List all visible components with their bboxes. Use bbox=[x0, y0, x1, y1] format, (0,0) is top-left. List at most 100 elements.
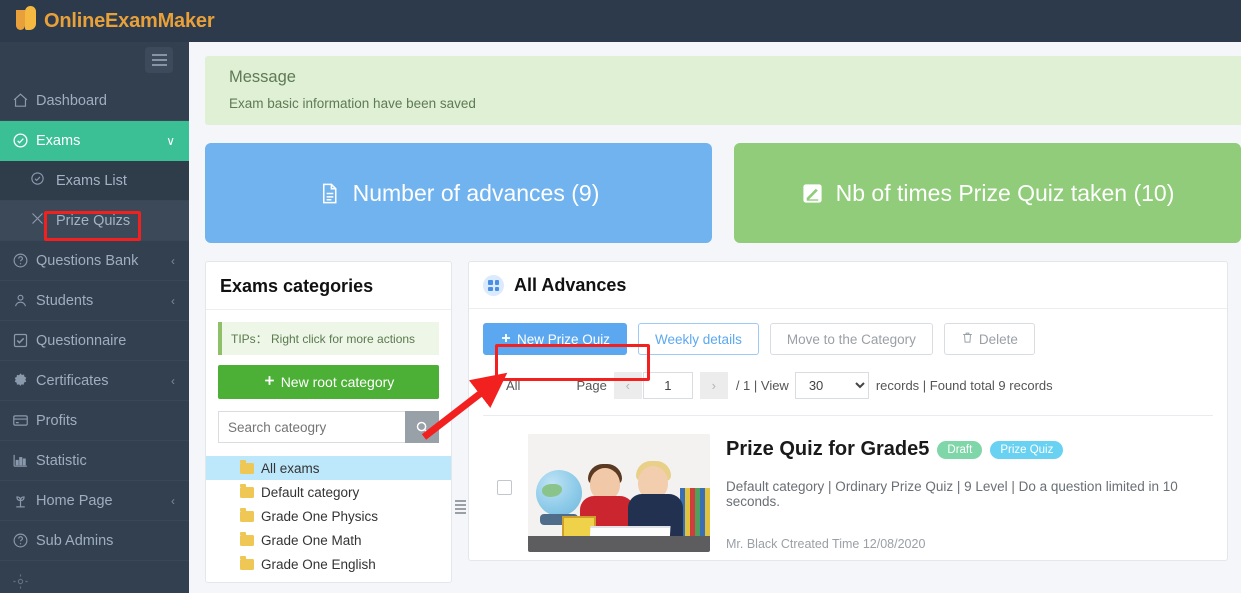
home-icon bbox=[12, 92, 36, 109]
category-search-row bbox=[218, 411, 439, 443]
page-number-input[interactable] bbox=[642, 372, 693, 399]
category-label: Grade One English bbox=[261, 556, 376, 572]
panels-row: Exams categories TIPs： Right click for m… bbox=[205, 261, 1241, 583]
chevron-left-icon: ‹ bbox=[171, 493, 175, 508]
sidebar-item-profits[interactable]: Profits bbox=[0, 401, 189, 441]
category-item-grade-one-math[interactable]: Grade One Math bbox=[206, 528, 451, 552]
panel-resizer-handle[interactable] bbox=[452, 431, 468, 583]
sidebar-toggle-row bbox=[0, 42, 189, 81]
all-advances-title: All Advances bbox=[514, 275, 627, 295]
sidebar-label-exams-list: Exams List bbox=[56, 172, 127, 189]
plus-icon bbox=[263, 374, 276, 390]
category-item-all-exams[interactable]: All exams bbox=[206, 456, 451, 480]
brand-logo[interactable]: OnlineExamMaker bbox=[14, 4, 215, 38]
plant-icon bbox=[12, 492, 36, 509]
brand-name: OnlineExamMaker bbox=[44, 9, 215, 32]
advances-toolbar: New Prize Quiz Weekly details Move to th… bbox=[469, 309, 1227, 355]
stat-card-advances[interactable]: Number of advances (9) bbox=[205, 143, 712, 243]
page-total-label: / 1 | View bbox=[735, 378, 789, 393]
sidebar-item-home-page[interactable]: Home Page ‹ bbox=[0, 481, 189, 521]
sidebar-item-statistic[interactable]: Statistic bbox=[0, 441, 189, 481]
plus-icon bbox=[500, 332, 512, 347]
sidebar-label-prize-quizs: Prize Quizs bbox=[56, 212, 131, 229]
crossed-tools-icon bbox=[30, 211, 56, 230]
sidebar-label-questionnaire: Questionnaire bbox=[36, 332, 127, 349]
chevron-down-icon: ∨ bbox=[166, 133, 175, 148]
row-checkbox[interactable] bbox=[497, 480, 512, 495]
select-all-checkbox[interactable] bbox=[483, 378, 498, 393]
records-found-label: records | Found total 9 records bbox=[875, 378, 1053, 393]
category-item-default-category[interactable]: Default category bbox=[206, 480, 451, 504]
message-title: Message bbox=[229, 68, 296, 86]
sidebar-item-students[interactable]: Students ‹ bbox=[0, 281, 189, 321]
sidebar-item-questionnaire[interactable]: Questionnaire bbox=[0, 321, 189, 361]
chevron-left-icon: ‹ bbox=[171, 293, 175, 308]
user-icon bbox=[12, 292, 36, 309]
type-badge: Prize Quiz bbox=[990, 440, 1064, 459]
search-icon[interactable] bbox=[405, 411, 439, 443]
quiz-meta: Default category | Ordinary Prize Quiz |… bbox=[726, 479, 1178, 509]
categories-tips: TIPs： Right click for more actions bbox=[218, 322, 439, 355]
trash-icon bbox=[961, 331, 974, 347]
new-root-category-button[interactable]: New root category bbox=[218, 365, 439, 399]
folder-icon bbox=[240, 483, 254, 498]
stat-card-prize-quiz-taken[interactable]: Nb of times Prize Quiz taken (10) bbox=[734, 143, 1241, 243]
sidebar-item-prize-quizs[interactable]: Prize Quizs bbox=[0, 201, 189, 241]
delete-button[interactable]: Delete bbox=[943, 323, 1035, 355]
check-circle-icon bbox=[30, 171, 56, 190]
category-item-grade-one-physics[interactable]: Grade One Physics bbox=[206, 504, 451, 528]
quiz-author-created: Mr. Black Ctreated Time 12/08/2020 bbox=[726, 537, 926, 551]
exams-categories-panel: Exams categories TIPs： Right click for m… bbox=[205, 261, 452, 583]
sidebar-item-sub-admins[interactable]: Sub Admins bbox=[0, 521, 189, 561]
all-advances-panel: All Advances New Prize Quiz Weekly detai… bbox=[468, 261, 1228, 561]
sidebar-label-home-page: Home Page bbox=[36, 492, 113, 509]
folder-icon bbox=[240, 531, 254, 546]
sidebar-label-questions-bank: Questions Bank bbox=[36, 252, 139, 269]
sidebar-label-exams: Exams bbox=[36, 132, 81, 149]
weekly-details-button[interactable]: Weekly details bbox=[638, 323, 759, 355]
new-prize-quiz-button[interactable]: New Prize Quiz bbox=[483, 323, 628, 355]
hamburger-icon[interactable] bbox=[145, 47, 173, 73]
delete-label: Delete bbox=[978, 331, 1018, 347]
message-body: Exam basic information have been saved bbox=[229, 96, 476, 111]
pagination-row: All Page ‹ › / 1 | View 30 records | Fou… bbox=[469, 355, 1227, 399]
pencil-square-icon bbox=[801, 182, 824, 205]
new-root-category-label: New root category bbox=[280, 374, 395, 390]
search-category-input[interactable] bbox=[218, 411, 405, 443]
sidebar-label-statistic: Statistic bbox=[36, 452, 87, 469]
stat-card-advances-label: Number of advances (9) bbox=[352, 179, 600, 206]
sidebar-item-partial-cutoff[interactable] bbox=[0, 561, 189, 593]
sidebar-item-exams[interactable]: Exams ∨ bbox=[0, 121, 189, 161]
sidebar-label-dashboard: Dashboard bbox=[36, 92, 107, 109]
chevron-left-icon[interactable]: ‹ bbox=[613, 372, 642, 399]
weekly-details-label: Weekly details bbox=[655, 331, 742, 347]
sidebar: Dashboard Exams ∨ Exams List Prize Quizs… bbox=[0, 42, 189, 593]
sidebar-item-certificates[interactable]: Certificates ‹ bbox=[0, 361, 189, 401]
move-to-category-label: Move to the Category bbox=[786, 331, 916, 347]
category-tree: All exams Default category Grade One Phy… bbox=[206, 456, 451, 582]
sidebar-item-questions-bank[interactable]: Questions Bank ‹ bbox=[0, 241, 189, 281]
quiz-details: Prize Quiz for Grade5 Draft Prize Quiz D… bbox=[726, 434, 1213, 551]
grid-icon bbox=[483, 275, 504, 296]
chevron-right-icon[interactable]: › bbox=[699, 372, 728, 399]
records-per-page-select[interactable]: 30 bbox=[794, 372, 869, 399]
category-item-grade-one-english[interactable]: Grade One English bbox=[206, 552, 451, 576]
sidebar-item-dashboard[interactable]: Dashboard bbox=[0, 81, 189, 121]
document-icon bbox=[318, 182, 341, 205]
new-prize-quiz-label: New Prize Quiz bbox=[517, 331, 611, 347]
logo-leaf-icon bbox=[14, 4, 40, 38]
quiz-thumbnail bbox=[528, 434, 710, 552]
list-item[interactable]: Prize Quiz for Grade5 Draft Prize Quiz D… bbox=[483, 416, 1213, 552]
move-to-category-button[interactable]: Move to the Category bbox=[769, 323, 933, 355]
sidebar-label-profits: Profits bbox=[36, 412, 78, 429]
question-circle-icon bbox=[12, 532, 36, 549]
quiz-title-row: Prize Quiz for Grade5 Draft Prize Quiz bbox=[726, 438, 1213, 461]
question-circle-icon bbox=[12, 252, 36, 269]
sidebar-label-certificates: Certificates bbox=[36, 372, 109, 389]
badge-icon bbox=[12, 372, 36, 389]
message-banner: Message Exam basic information have been… bbox=[205, 56, 1241, 125]
quiz-title[interactable]: Prize Quiz for Grade5 bbox=[726, 438, 929, 461]
sidebar-item-exams-list[interactable]: Exams List bbox=[0, 161, 189, 201]
status-badge: Draft bbox=[937, 440, 983, 459]
bar-chart-icon bbox=[12, 452, 36, 469]
